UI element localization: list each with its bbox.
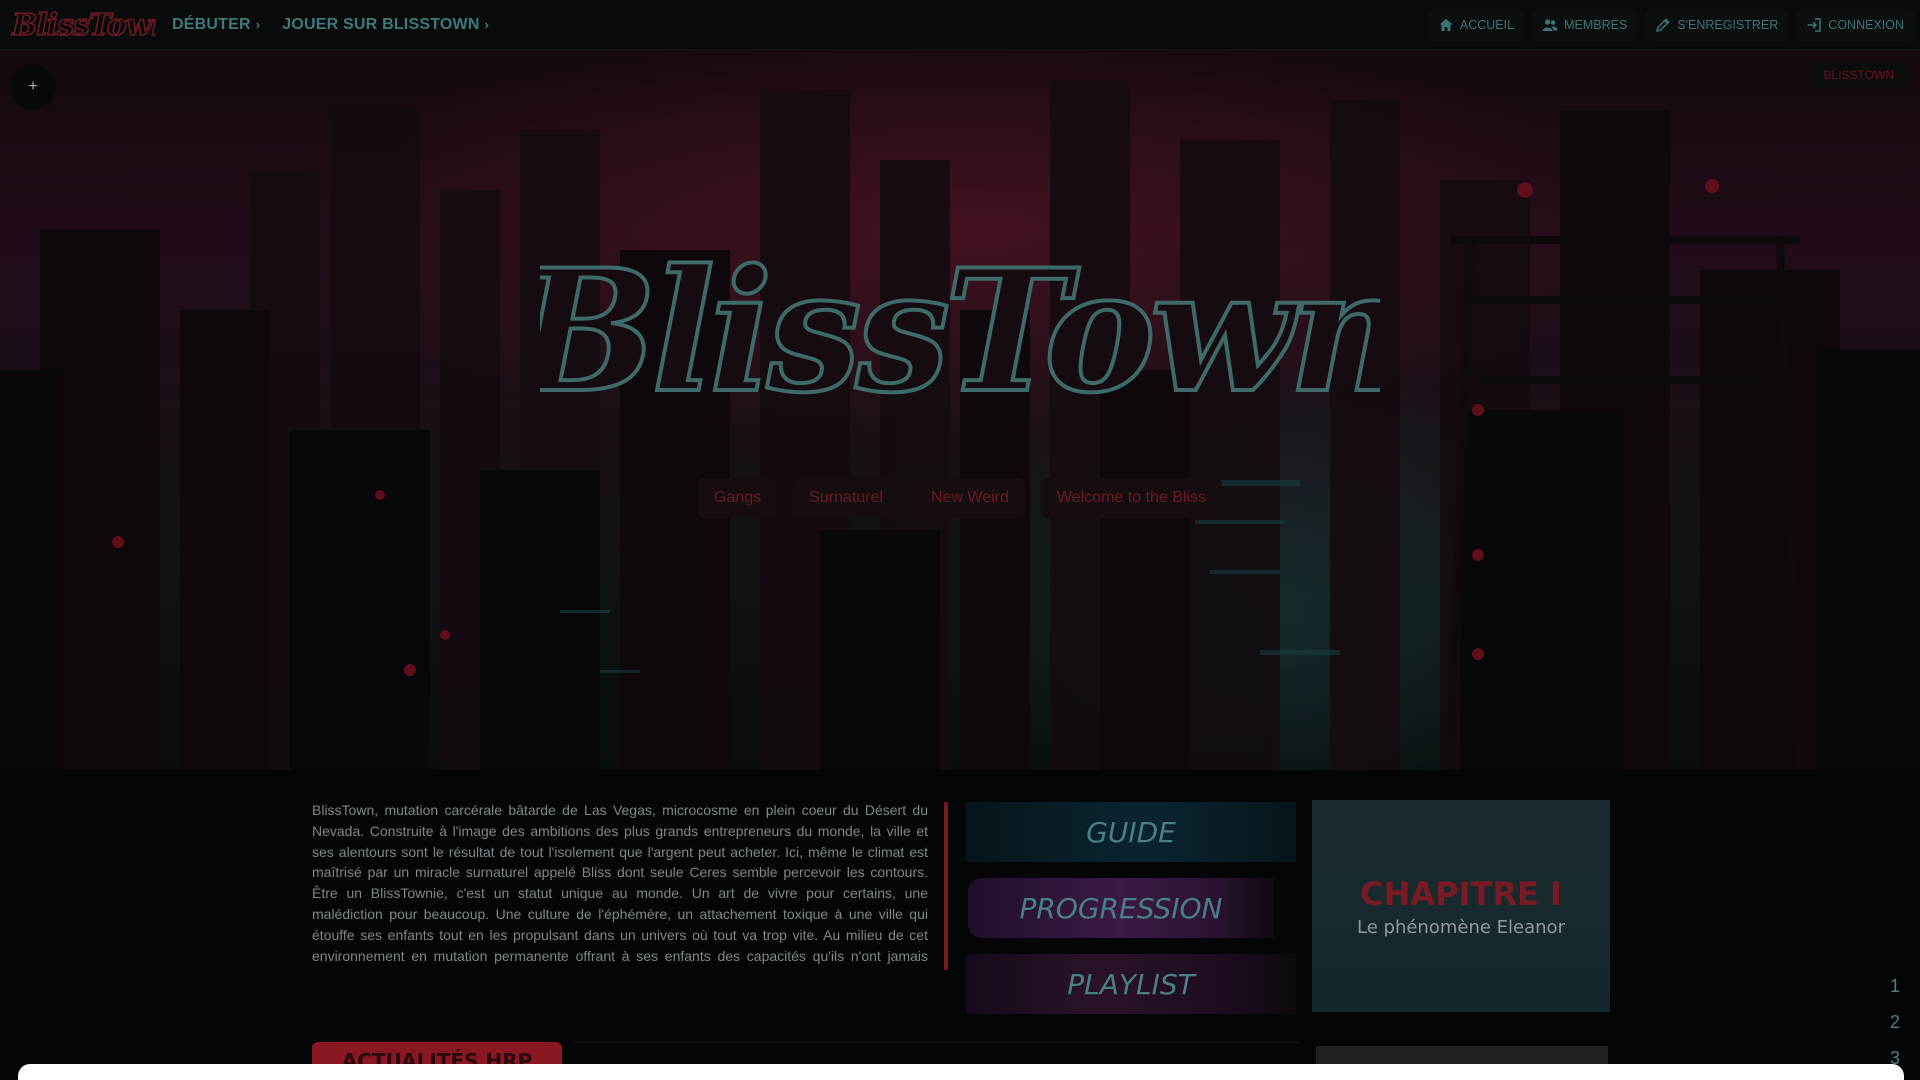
nav-accueil-label: ACCUEIL [1459, 17, 1515, 32]
accent-divider [944, 802, 948, 970]
nav-register-button[interactable]: S'ENREGISTRER [1645, 8, 1789, 41]
hero-logo-lettering: BlissTown [540, 240, 1380, 430]
tag-new-weird-label: New Weird [930, 489, 1009, 506]
guide-card-label: GUIDE [1086, 815, 1176, 849]
nav-register-label: S'ENREGISTRER [1677, 17, 1779, 32]
menu-debuter[interactable]: DÉBUTER › [172, 16, 260, 34]
nav-membres-label: MEMBRES [1564, 17, 1628, 32]
playlist-card-label: PLAYLIST [1067, 967, 1195, 1001]
chevron-right-icon: › [255, 17, 261, 32]
main-content: BlissTown, mutation carcérale bâtarde de… [0, 770, 1920, 1080]
logo-lettering: BlissTown [11, 8, 156, 43]
tag-welcome-label: Welcome to the Bliss [1056, 489, 1206, 506]
site-name-badge-label: BLISSTOWN [1823, 68, 1894, 82]
menu-debuter-label: DÉBUTER [172, 15, 251, 33]
hero-tag-list: Gangs Surnaturel New Weird Welcome to th… [0, 478, 1920, 518]
top-navbar: BlissTown DÉBUTER › JOUER SUR BLISSTOWN … [0, 0, 1920, 50]
nav-accueil-button[interactable]: ACCUEIL [1427, 8, 1525, 41]
progression-card[interactable]: PROGRESSION [968, 878, 1274, 938]
tag-surnaturel[interactable]: Surnaturel [793, 478, 899, 518]
site-name-badge: BLISSTOWN [1809, 62, 1908, 88]
pencil-icon [1656, 17, 1670, 32]
nav-connexion-button[interactable]: CONNEXION [1796, 8, 1914, 41]
home-icon [1439, 18, 1453, 31]
pager-item-2[interactable]: 2 [1886, 1012, 1900, 1033]
chapter-subtitle: Le phénomène Eleanor [1357, 916, 1565, 938]
tag-gangs[interactable]: Gangs [697, 478, 778, 518]
playlist-card[interactable]: PLAYLIST [966, 954, 1296, 1014]
progression-card-label: PROGRESSION [1019, 891, 1223, 925]
bottom-popup-panel [18, 1064, 1904, 1080]
site-logo[interactable]: BlissTown [8, 5, 156, 45]
intro-paragraph: BlissTown, mutation carcérale bâtarde de… [312, 802, 928, 964]
menu-jouer[interactable]: JOUER SUR BLISSTOWN › [282, 16, 489, 34]
nav-membres-button[interactable]: MEMBRES [1532, 8, 1638, 41]
guide-card[interactable]: GUIDE [966, 802, 1296, 862]
menu-jouer-label: JOUER SUR BLISSTOWN [282, 15, 480, 33]
site-logo-mark: BlissTown [10, 7, 156, 44]
hero-logo[interactable]: BlissTown [540, 240, 1380, 450]
plus-icon: + [28, 78, 38, 95]
tag-gangs-label: Gangs [713, 489, 762, 506]
users-icon [1542, 18, 1558, 31]
chevron-right-icon: › [484, 17, 490, 32]
tag-new-weird[interactable]: New Weird [914, 478, 1025, 518]
sidebar-toggle-button[interactable]: + [10, 64, 56, 110]
chapter-card[interactable]: CHAPITRE I Le phénomène Eleanor [1312, 800, 1610, 1012]
login-icon [1807, 17, 1822, 32]
tag-welcome[interactable]: Welcome to the Bliss [1040, 478, 1222, 518]
tag-surnaturel-label: Surnaturel [809, 489, 883, 506]
nav-connexion-label: CONNEXION [1828, 17, 1904, 32]
chapter-title: CHAPITRE I [1360, 874, 1562, 913]
hero-banner: + BLISSTOWN BlissTown Gangs Surnaturel N… [0, 50, 1920, 770]
pager-item-1[interactable]: 1 [1886, 976, 1900, 997]
